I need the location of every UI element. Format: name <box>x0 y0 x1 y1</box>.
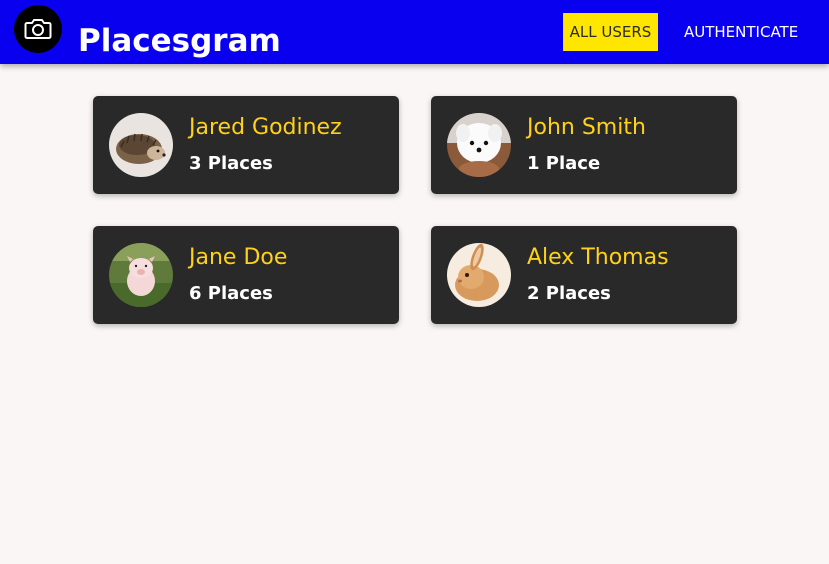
nav-authenticate[interactable]: AUTHENTICATE <box>676 13 806 51</box>
camera-icon[interactable] <box>14 5 62 53</box>
hedgehog-avatar <box>109 113 173 177</box>
user-card[interactable]: John Smith 1 Place <box>431 96 737 194</box>
app-title[interactable]: Placesgram <box>78 18 281 64</box>
place-count: 6 Places <box>189 283 273 304</box>
user-card[interactable]: Alex Thomas 2 Places <box>431 226 737 324</box>
puppy-avatar <box>447 113 511 177</box>
nav-all-users[interactable]: ALL USERS <box>563 13 658 51</box>
place-count: 1 Place <box>527 153 601 174</box>
bunny-avatar <box>447 243 511 307</box>
user-card[interactable]: Jared Godinez 3 Places <box>93 96 399 194</box>
user-name[interactable]: Alex Thomas <box>527 242 669 274</box>
place-count: 2 Places <box>527 283 611 304</box>
user-name[interactable]: John Smith <box>527 112 646 144</box>
main-header: Placesgram ALL USERS AUTHENTICATE <box>0 0 829 64</box>
place-count: 3 Places <box>189 153 273 174</box>
user-name[interactable]: Jared Godinez <box>189 112 342 144</box>
user-card[interactable]: Jane Doe 6 Places <box>93 226 399 324</box>
user-name[interactable]: Jane Doe <box>189 242 287 274</box>
piglet-avatar <box>109 243 173 307</box>
